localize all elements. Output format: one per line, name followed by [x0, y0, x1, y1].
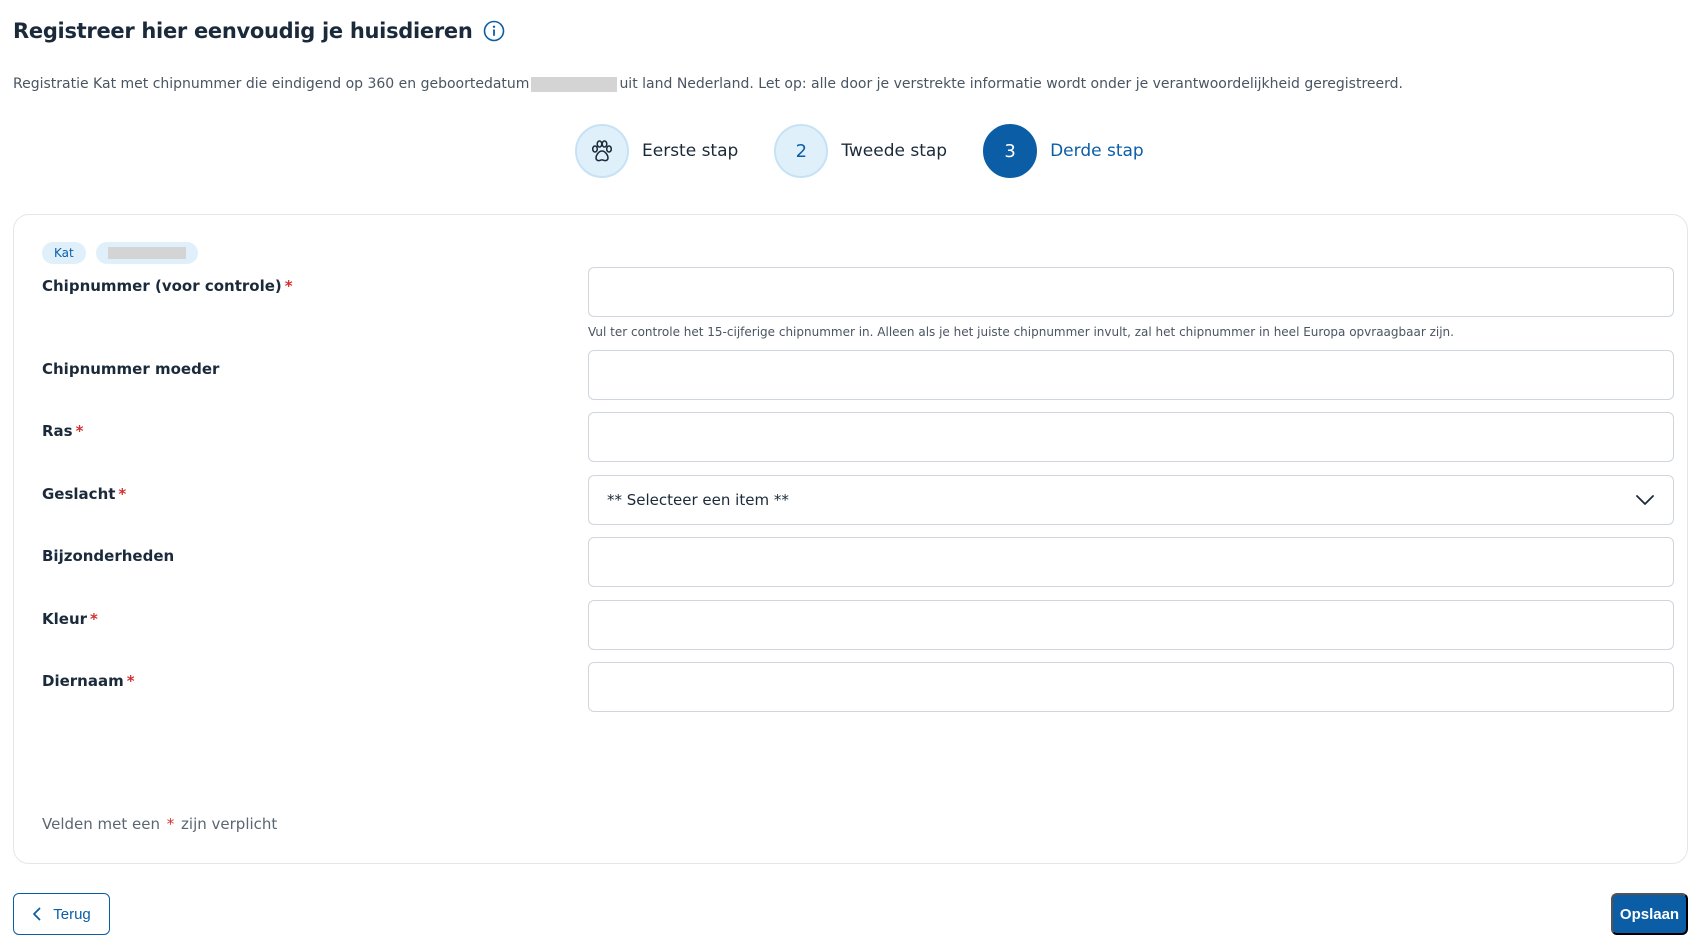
required-marker: * [118, 485, 127, 503]
diernaam-label: Diernaam * [42, 672, 135, 690]
chipnummer-moeder-label: Chipnummer moeder [42, 360, 220, 378]
stepper: Eerste stap 2 Tweede stap 3 Derde stap [575, 123, 1180, 179]
registration-form-card: Kat Chipnummer (voor controle) * Vul ter … [13, 214, 1688, 864]
chevron-down-icon [1636, 495, 1654, 505]
pet-chips: Kat [42, 242, 208, 264]
step-2-circle: 2 [774, 124, 829, 178]
step-2-label: Tweede stap [841, 141, 948, 161]
diernaam-input[interactable] [588, 662, 1674, 712]
required-marker: * [284, 277, 293, 295]
page-title: Registreer hier eenvoudig je huisdieren [13, 19, 473, 43]
info-icon[interactable] [483, 20, 505, 42]
ras-input[interactable] [588, 412, 1674, 462]
registration-intro: Registratie Kat met chipnummer die eindi… [13, 76, 1403, 92]
species-chip: Kat [42, 242, 86, 264]
step-1-label: Eerste stap [642, 141, 739, 161]
step-3[interactable]: 3 Derde stap [983, 124, 1144, 178]
required-fields-note: Velden met een * zijn verplicht [42, 815, 278, 833]
step-3-circle: 3 [983, 124, 1038, 178]
bijzonderheden-input[interactable] [588, 537, 1674, 587]
required-marker: * [90, 610, 98, 628]
page-header: Registreer hier eenvoudig je huisdieren [13, 18, 505, 44]
step-1[interactable]: Eerste stap [575, 124, 738, 178]
step-1-circle [575, 124, 629, 178]
intro-text-before: Registratie Kat met chipnummer die eindi… [13, 76, 530, 92]
geslacht-selected-value: ** Selecteer een item ** [607, 491, 789, 509]
step-3-label: Derde stap [1050, 141, 1144, 161]
paw-icon [591, 140, 613, 162]
save-button[interactable]: Opslaan [1611, 893, 1688, 935]
kleur-label: Kleur * [42, 610, 98, 628]
required-marker: * [166, 815, 175, 833]
step-2[interactable]: 2 Tweede stap [774, 124, 947, 178]
chipnummer-moeder-input[interactable] [588, 350, 1674, 400]
redacted-birthdate [531, 76, 618, 92]
geslacht-select[interactable]: ** Selecteer een item ** [588, 475, 1674, 525]
back-button[interactable]: Terug [13, 893, 110, 935]
kleur-input[interactable] [588, 600, 1674, 650]
chipnummer-label: Chipnummer (voor controle) * [42, 277, 293, 295]
chevron-left-icon [32, 907, 41, 921]
intro-text-after: uit land Nederland. Let op: alle door je… [619, 76, 1403, 92]
required-marker: * [75, 422, 84, 440]
required-marker: * [126, 672, 135, 690]
chipnummer-hint: Vul ter controle het 15-cijferige chipnu… [588, 325, 1454, 339]
redacted-chip [95, 242, 198, 264]
ras-label: Ras * [42, 422, 84, 440]
geslacht-label: Geslacht * [42, 485, 127, 503]
bijzonderheden-label: Bijzonderheden [42, 547, 175, 565]
chipnummer-input[interactable] [588, 267, 1674, 317]
back-button-label: Terug [53, 905, 91, 923]
redacted-chip-value [107, 247, 186, 259]
